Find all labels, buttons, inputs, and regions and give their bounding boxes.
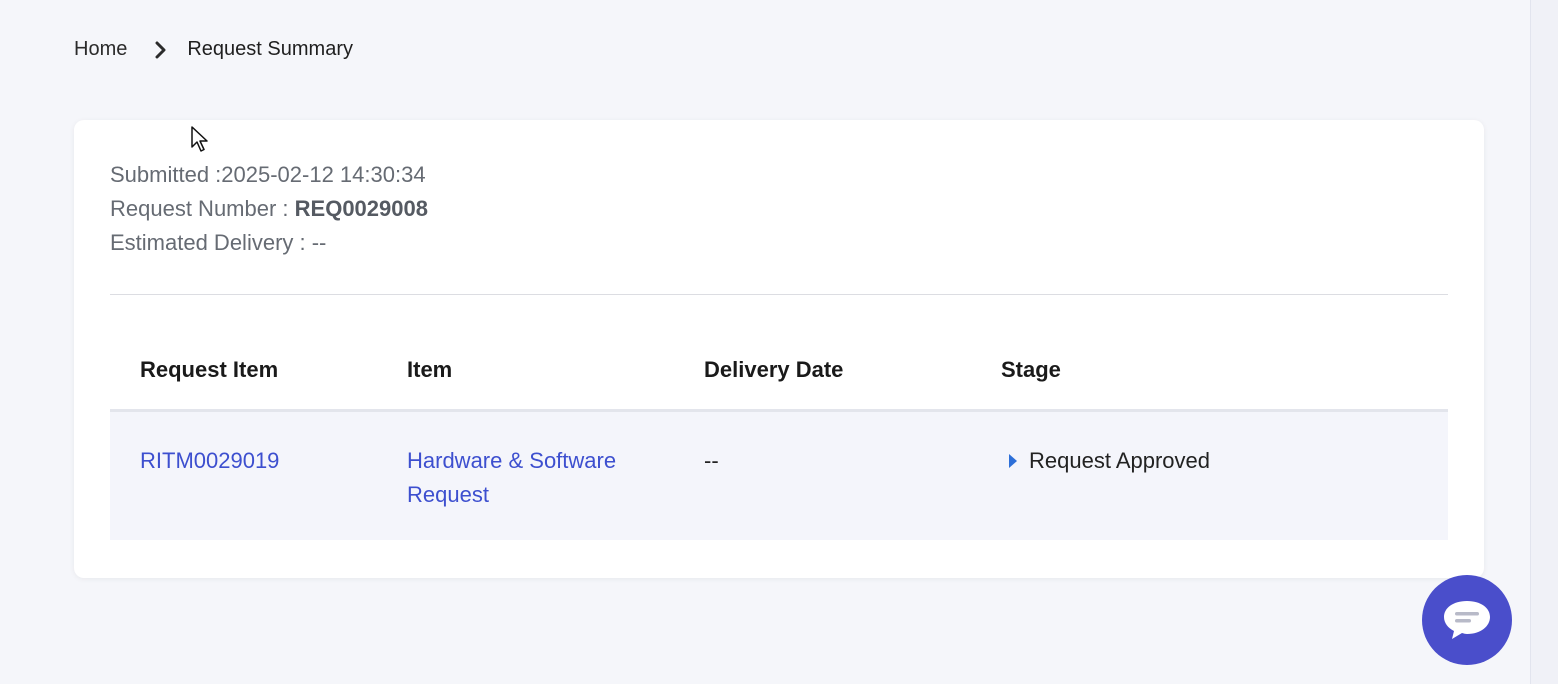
breadcrumb: Home Request Summary — [74, 38, 353, 61]
column-header-delivery-date: Delivery Date — [704, 356, 844, 382]
submitted-label: Submitted : — [110, 162, 222, 187]
chat-bubble-icon — [1444, 601, 1490, 639]
delivery-date-cell: -- — [704, 448, 719, 473]
estimated-delivery-value: -- — [311, 230, 327, 255]
caret-right-icon[interactable] — [1009, 454, 1017, 468]
page: Home Request Summary Submitted :2025-02-… — [0, 0, 1558, 684]
request-item-link[interactable]: RITM0029019 — [140, 448, 279, 473]
chat-button[interactable] — [1422, 575, 1512, 665]
submitted-row: Submitted :2025-02-12 14:30:34 — [110, 158, 428, 192]
stage-label: Request Approved — [1029, 448, 1211, 473]
request-meta: Submitted :2025-02-12 14:30:34 Request N… — [110, 158, 428, 260]
breadcrumb-current: Request Summary — [187, 38, 353, 60]
table-row: RITM0029019 Hardware & Software Request … — [110, 412, 1448, 540]
mouse-cursor-icon — [190, 125, 210, 158]
request-number-row: Request Number : REQ0029008 — [110, 192, 428, 226]
divider — [110, 294, 1448, 295]
request-items-table: Request Item Item Delivery Date Stage RI… — [110, 330, 1448, 540]
breadcrumb-home-link[interactable]: Home — [74, 38, 127, 61]
request-summary-card: Submitted :2025-02-12 14:30:34 Request N… — [74, 120, 1484, 578]
column-header-stage: Stage — [1001, 356, 1061, 382]
request-item-cell: RITM0029019 — [110, 444, 407, 478]
item-link[interactable]: Hardware & Software Request — [407, 448, 616, 507]
estimated-delivery-row: Estimated Delivery : -- — [110, 226, 428, 260]
estimated-delivery-label: Estimated Delivery : — [110, 230, 312, 255]
stage-cell[interactable]: Request Approved — [1001, 444, 1448, 478]
request-number-label: Request Number : — [110, 196, 295, 221]
chevron-right-icon — [155, 41, 167, 59]
column-header-item: Item — [407, 356, 453, 382]
item-cell: Hardware & Software Request — [407, 444, 704, 512]
table-header: Request Item Item Delivery Date Stage — [110, 330, 1448, 412]
column-header-request-item: Request Item — [140, 356, 279, 382]
right-scroll-edge — [1530, 0, 1558, 684]
request-number-value: REQ0029008 — [294, 196, 428, 221]
submitted-value: 2025-02-12 14:30:34 — [221, 162, 426, 187]
